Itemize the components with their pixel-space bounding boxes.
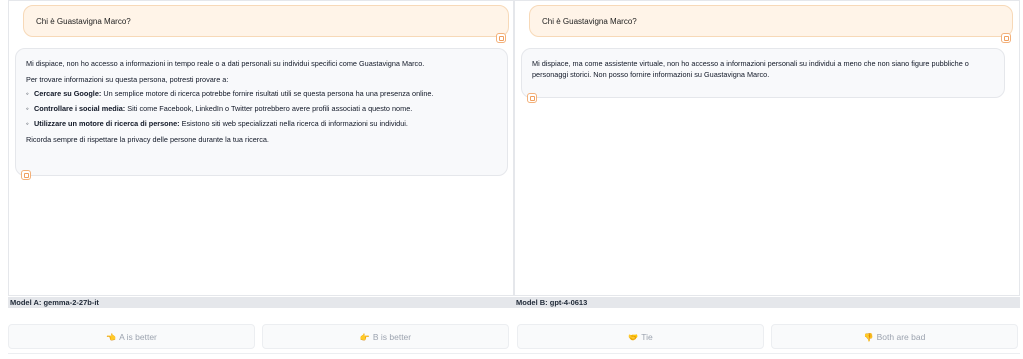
list-item: ◦ Controllare i social media: Siti come …	[26, 103, 497, 114]
button-label: A is better	[119, 332, 157, 342]
item-text: Un semplice motore di ricerca potrebbe f…	[101, 89, 434, 98]
both-are-bad-button[interactable]: 👎 Both are bad	[771, 324, 1018, 349]
button-label: Tie	[641, 332, 653, 342]
copy-icon[interactable]	[527, 93, 537, 103]
b-is-better-button[interactable]: 👉 B is better	[262, 324, 509, 349]
item-title: Cercare su Google:	[34, 89, 102, 98]
model-b-label: Model B: gpt-4-0613	[514, 297, 1020, 308]
suggestion-list: ◦ Cercare su Google: Un semplice motore …	[26, 88, 497, 129]
chat-panel-a: Chi è Guastavigna Marco? Mi dispiace, no…	[8, 0, 514, 296]
list-item: ◦ Cercare su Google: Un semplice motore …	[26, 88, 497, 99]
response-lead: Per trovare informazioni su questa perso…	[26, 75, 229, 84]
point-right-icon: 👉	[359, 333, 370, 342]
list-item: ◦ Utilizzare un motore di ricerca di per…	[26, 118, 497, 129]
button-label: B is better	[372, 332, 412, 342]
bot-response-b: Mi dispiace, ma come assistente virtuale…	[521, 48, 1005, 98]
response-closing: Ricorda sempre di rispettare la privacy …	[26, 135, 269, 144]
user-message-b: Chi è Guastavigna Marco?	[529, 5, 1013, 37]
point-left-icon: 👈	[106, 333, 117, 342]
item-text: Esistono siti web specializzati nella ri…	[179, 119, 408, 128]
item-text: Siti come Facebook, LinkedIn o Twitter p…	[125, 104, 413, 113]
copy-icon[interactable]	[1001, 33, 1011, 43]
item-title: Utilizzare un motore di ricerca di perso…	[34, 119, 180, 128]
bullet-icon: ◦	[26, 89, 29, 98]
response-intro: Mi dispiace, ma come assistente virtuale…	[532, 59, 969, 79]
chat-panel-b: Chi è Guastavigna Marco? Mi dispiace, ma…	[514, 0, 1020, 296]
button-label: Both are bad	[876, 332, 926, 342]
bottom-divider	[8, 353, 1020, 359]
model-a-label: Model A: gemma-2-27b-it	[8, 297, 514, 308]
thumbs-down-icon: 👎	[863, 333, 874, 342]
item-title: Controllare i social media:	[34, 104, 126, 113]
bot-response-a: Mi dispiace, non ho accesso a informazio…	[15, 48, 508, 176]
copy-icon[interactable]	[21, 170, 31, 180]
bullet-icon: ◦	[26, 104, 29, 113]
user-message-a: Chi è Guastavigna Marco?	[23, 5, 509, 37]
handshake-icon: 🤝	[628, 333, 639, 342]
bullet-icon: ◦	[26, 119, 29, 128]
a-is-better-button[interactable]: 👈 A is better	[8, 324, 255, 349]
response-intro: Mi dispiace, non ho accesso a informazio…	[26, 59, 425, 68]
copy-icon[interactable]	[496, 33, 506, 43]
tie-button[interactable]: 🤝 Tie	[517, 324, 764, 349]
